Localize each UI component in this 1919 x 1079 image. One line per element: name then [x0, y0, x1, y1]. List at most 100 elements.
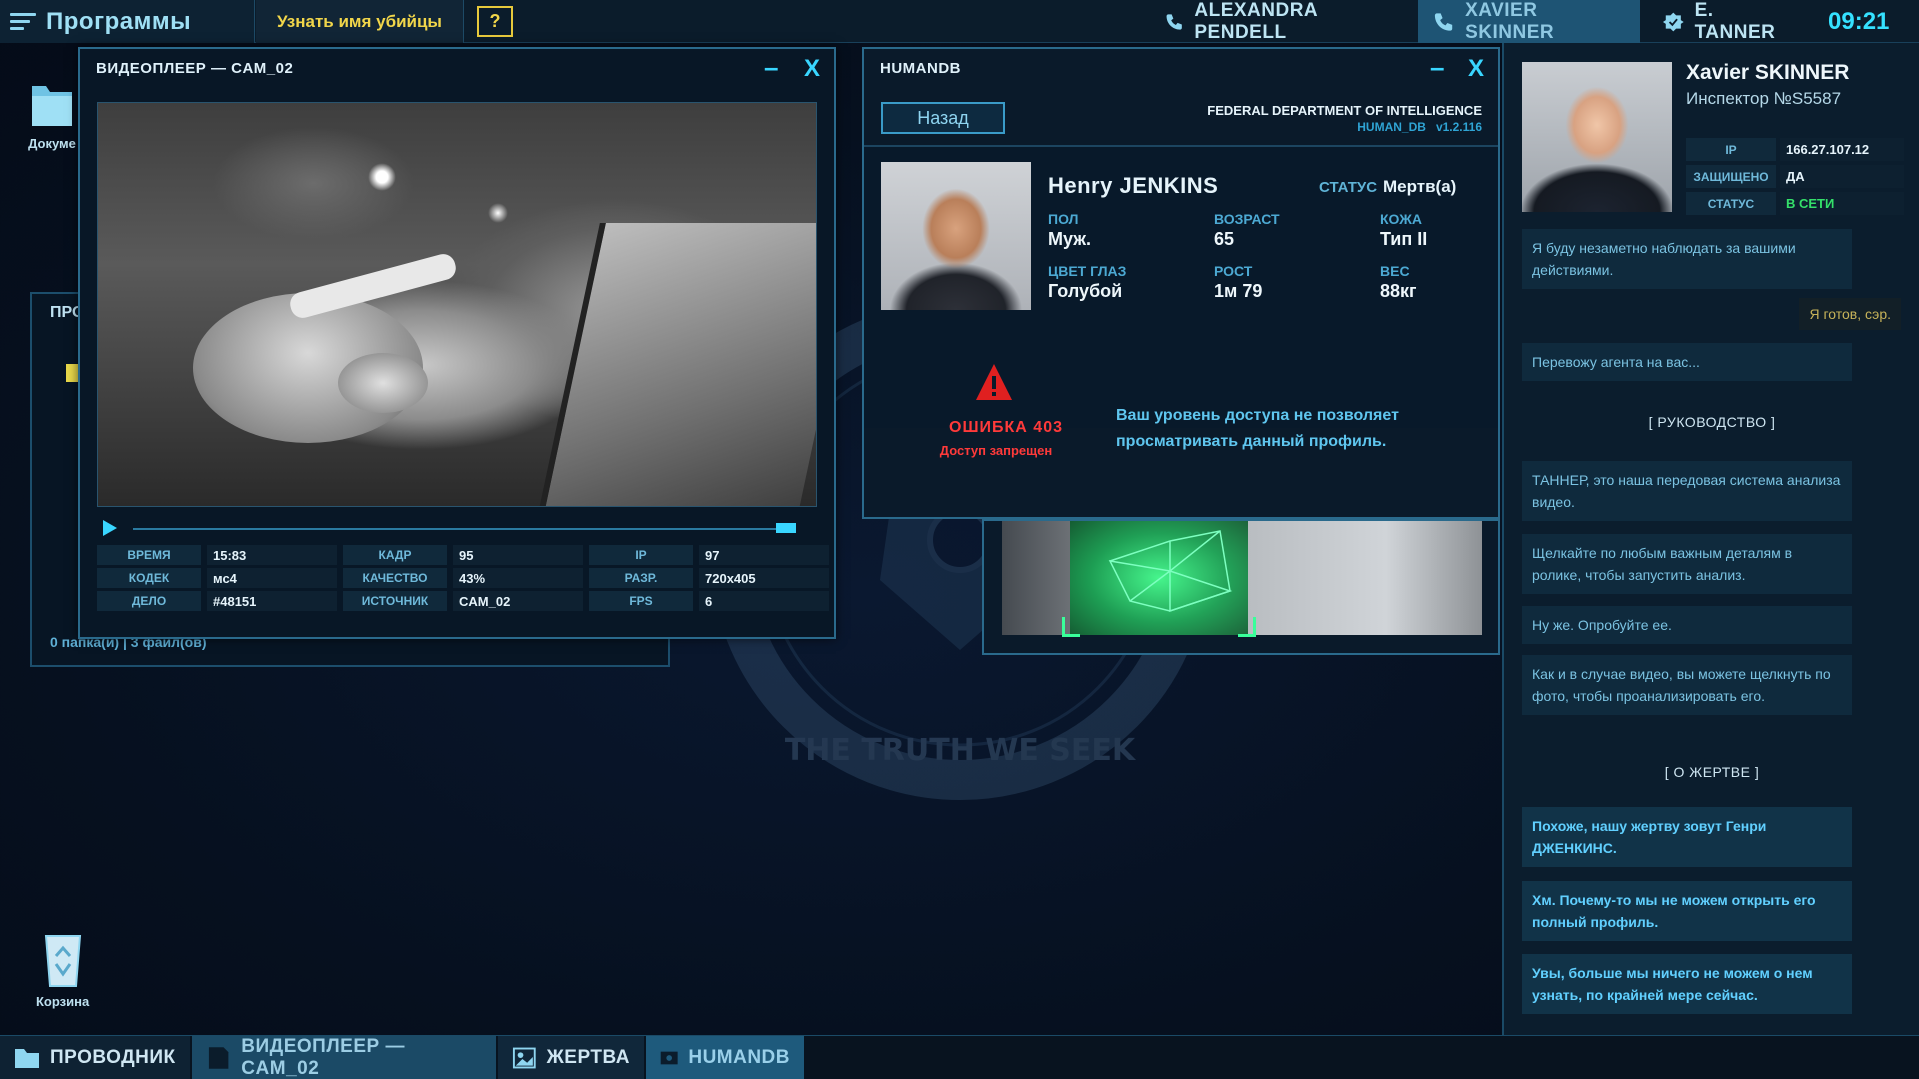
back-button[interactable]: Назад	[881, 102, 1005, 134]
phone-icon	[1434, 12, 1453, 31]
video-file-icon	[208, 1047, 229, 1069]
taskbar-label: ЖЕРТВА	[546, 1047, 630, 1068]
chat-message: Хм. Почему-то мы не можем открыть его по…	[1522, 881, 1852, 941]
taskbar-victim[interactable]: ЖЕРТВА	[498, 1036, 644, 1079]
agent-rank: Инспектор №S5587	[1686, 89, 1842, 108]
contact-alexandra-pendell[interactable]: ALEXANDRA PENDELL	[1150, 0, 1396, 43]
desktop-icon-documents[interactable]: Докуме	[28, 72, 76, 151]
taskbar: ПРОВОДНИК ВИДЕОПЛЕЕР — CAM_02 ЖЕРТВА HUM…	[0, 1035, 1919, 1079]
close-button[interactable]: X	[1468, 55, 1484, 83]
taskbar-humandb[interactable]: HUMANDB	[646, 1036, 804, 1079]
database-icon	[660, 1051, 678, 1065]
victim-name: Henry JENKINS	[1048, 173, 1219, 198]
minimize-button[interactable]: –	[764, 54, 778, 80]
meta-key: ВРЕМЯ	[97, 545, 201, 565]
help-button[interactable]: ?	[477, 6, 513, 37]
attr-key: ЦВЕТ ГЛАЗ	[1048, 263, 1127, 279]
programs-menu-button[interactable]: Программы	[0, 0, 255, 43]
error-text: Доступ запрещен	[939, 443, 1053, 458]
close-button[interactable]: X	[804, 55, 820, 83]
recycle-bin-icon	[44, 935, 81, 987]
meta-value: 97	[699, 545, 829, 565]
programs-label: Программы	[46, 7, 192, 35]
minimize-button[interactable]: –	[1430, 54, 1444, 80]
contact-name: E. TANNER	[1694, 0, 1776, 43]
folder-icon	[15, 1049, 39, 1068]
desktop-icon-recycle-bin[interactable]: Корзина	[36, 930, 89, 1009]
error-code: ОШИБКА 403	[949, 419, 1063, 436]
desktop-icon-label: Корзина	[36, 994, 90, 1009]
access-denied-message: Ваш уровень доступа не позволяет просмат…	[1116, 407, 1399, 450]
menu-icon	[10, 12, 36, 31]
status-value: Мертв(а)	[1383, 177, 1457, 196]
meta-value: 15:83	[207, 545, 337, 565]
attr-key: РОСТ	[1214, 263, 1253, 279]
meta-value: 720x405	[699, 568, 829, 588]
folder-icon	[32, 86, 72, 126]
video-frame[interactable]	[97, 102, 817, 507]
meta-key: FPS	[589, 591, 693, 611]
meta-key: КАЧЕСТВО	[343, 568, 447, 588]
top-bar: Программы Узнать имя убийцы ? ALEXANDRA …	[0, 0, 1919, 43]
chat-section-guide: [ РУКОВОДСТВО ]	[1648, 414, 1776, 430]
play-icon[interactable]	[103, 520, 117, 536]
chat-message: Увы, больше мы ничего не можем о нем узн…	[1522, 954, 1852, 1014]
taskbar-video-player[interactable]: ВИДЕОПЛЕЕР — CAM_02	[192, 1036, 496, 1079]
humandb-window[interactable]: HUMANDB – X Назад FEDERAL DEPARTMENT OF …	[862, 47, 1500, 519]
badge-icon	[1662, 12, 1684, 31]
taskbar-explorer[interactable]: ПРОВОДНИК	[0, 1036, 190, 1079]
agent-info-table: IP 166.27.107.12 ЗАЩИЩЕНО ДА СТАТУС В СЕ…	[1686, 138, 1904, 215]
db-name: HUMAN_DB	[1357, 120, 1426, 134]
video-seekbar[interactable]	[97, 519, 817, 539]
window-title: ВИДЕОПЛЕЕР — CAM_02	[96, 60, 294, 77]
chat-message: Ну же. Опробуйте ее.	[1522, 606, 1852, 644]
meta-key: РАЗР.	[589, 568, 693, 588]
contact-name: XAVIER SKINNER	[1465, 0, 1555, 43]
analysis-mesh	[1108, 530, 1233, 613]
attr-gender: ПОЛ Муж.	[1048, 211, 1091, 250]
chat-message: Похоже, нашу жертву зовут Генри ДЖЕНКИНС…	[1522, 807, 1852, 867]
meta-value: 95	[453, 545, 583, 565]
attr-age: ВОЗРАСТ 65	[1214, 211, 1280, 250]
attr-key: ВОЗРАСТ	[1214, 211, 1280, 227]
info-key: СТАТУС	[1686, 192, 1776, 215]
meta-key: ДЕЛО	[97, 591, 201, 611]
chat-message: Щелкайте по любым важным деталям в ролик…	[1522, 534, 1852, 594]
attr-value: 1м 79	[1214, 281, 1263, 301]
chat-section-victim: [ О ЖЕРТВЕ ]	[1664, 764, 1760, 780]
image-icon	[512, 1047, 536, 1069]
attr-value: 65	[1214, 229, 1235, 249]
meta-key: IP	[589, 545, 693, 565]
agency-name: FEDERAL DEPARTMENT OF INTELLIGENCE	[1207, 103, 1482, 118]
info-value: 166.27.107.12	[1780, 138, 1904, 161]
taskbar-label: ВИДЕОПЛЕЕР — CAM_02	[241, 1036, 405, 1079]
small-table	[338, 353, 428, 413]
meta-key: КАДР	[343, 545, 447, 565]
pool-table	[536, 223, 816, 506]
attr-key: ВЕС	[1380, 263, 1410, 279]
seek-track[interactable]	[133, 528, 793, 530]
meta-value: мс4	[207, 568, 337, 588]
meta-value: 6	[699, 591, 829, 611]
window-title: HUMANDB	[880, 60, 961, 77]
db-version-line: HUMAN_DB v1.2.116	[1207, 120, 1482, 134]
find-killer-button[interactable]: Узнать имя убийцы	[256, 0, 464, 43]
emblem-motto: THE TRUTH WE SEEK	[785, 733, 1137, 768]
attr-value: Муж.	[1048, 229, 1091, 249]
chat-reply: Я готов, сэр.	[1799, 298, 1901, 330]
video-metadata: ВРЕМЯ 15:83 КАДР 95 IP 97 КОДЕК мс4 КАЧЕ…	[97, 545, 829, 611]
victim-photo[interactable]	[881, 162, 1031, 310]
info-key: IP	[1686, 138, 1776, 161]
meta-value: 43%	[453, 568, 583, 588]
contact-e-tanner[interactable]: E. TANNER	[1648, 0, 1808, 43]
seek-handle[interactable]	[776, 523, 797, 533]
selection-bracket	[1062, 617, 1080, 637]
contact-xavier-skinner[interactable]: XAVIER SKINNER	[1418, 0, 1640, 43]
analysis-panel[interactable]	[982, 519, 1500, 655]
video-player-window[interactable]: ВИДЕОПЛЕЕР — CAM_02 – X ВРЕМЯ 15:83 КАДР…	[78, 47, 836, 639]
meta-key: КОДЕК	[97, 568, 201, 588]
contact-name: ALEXANDRA PENDELL	[1194, 0, 1318, 43]
info-key: ЗАЩИЩЕНО	[1686, 165, 1776, 188]
attr-value: Голубой	[1048, 281, 1123, 301]
meta-value: #48151	[207, 591, 337, 611]
